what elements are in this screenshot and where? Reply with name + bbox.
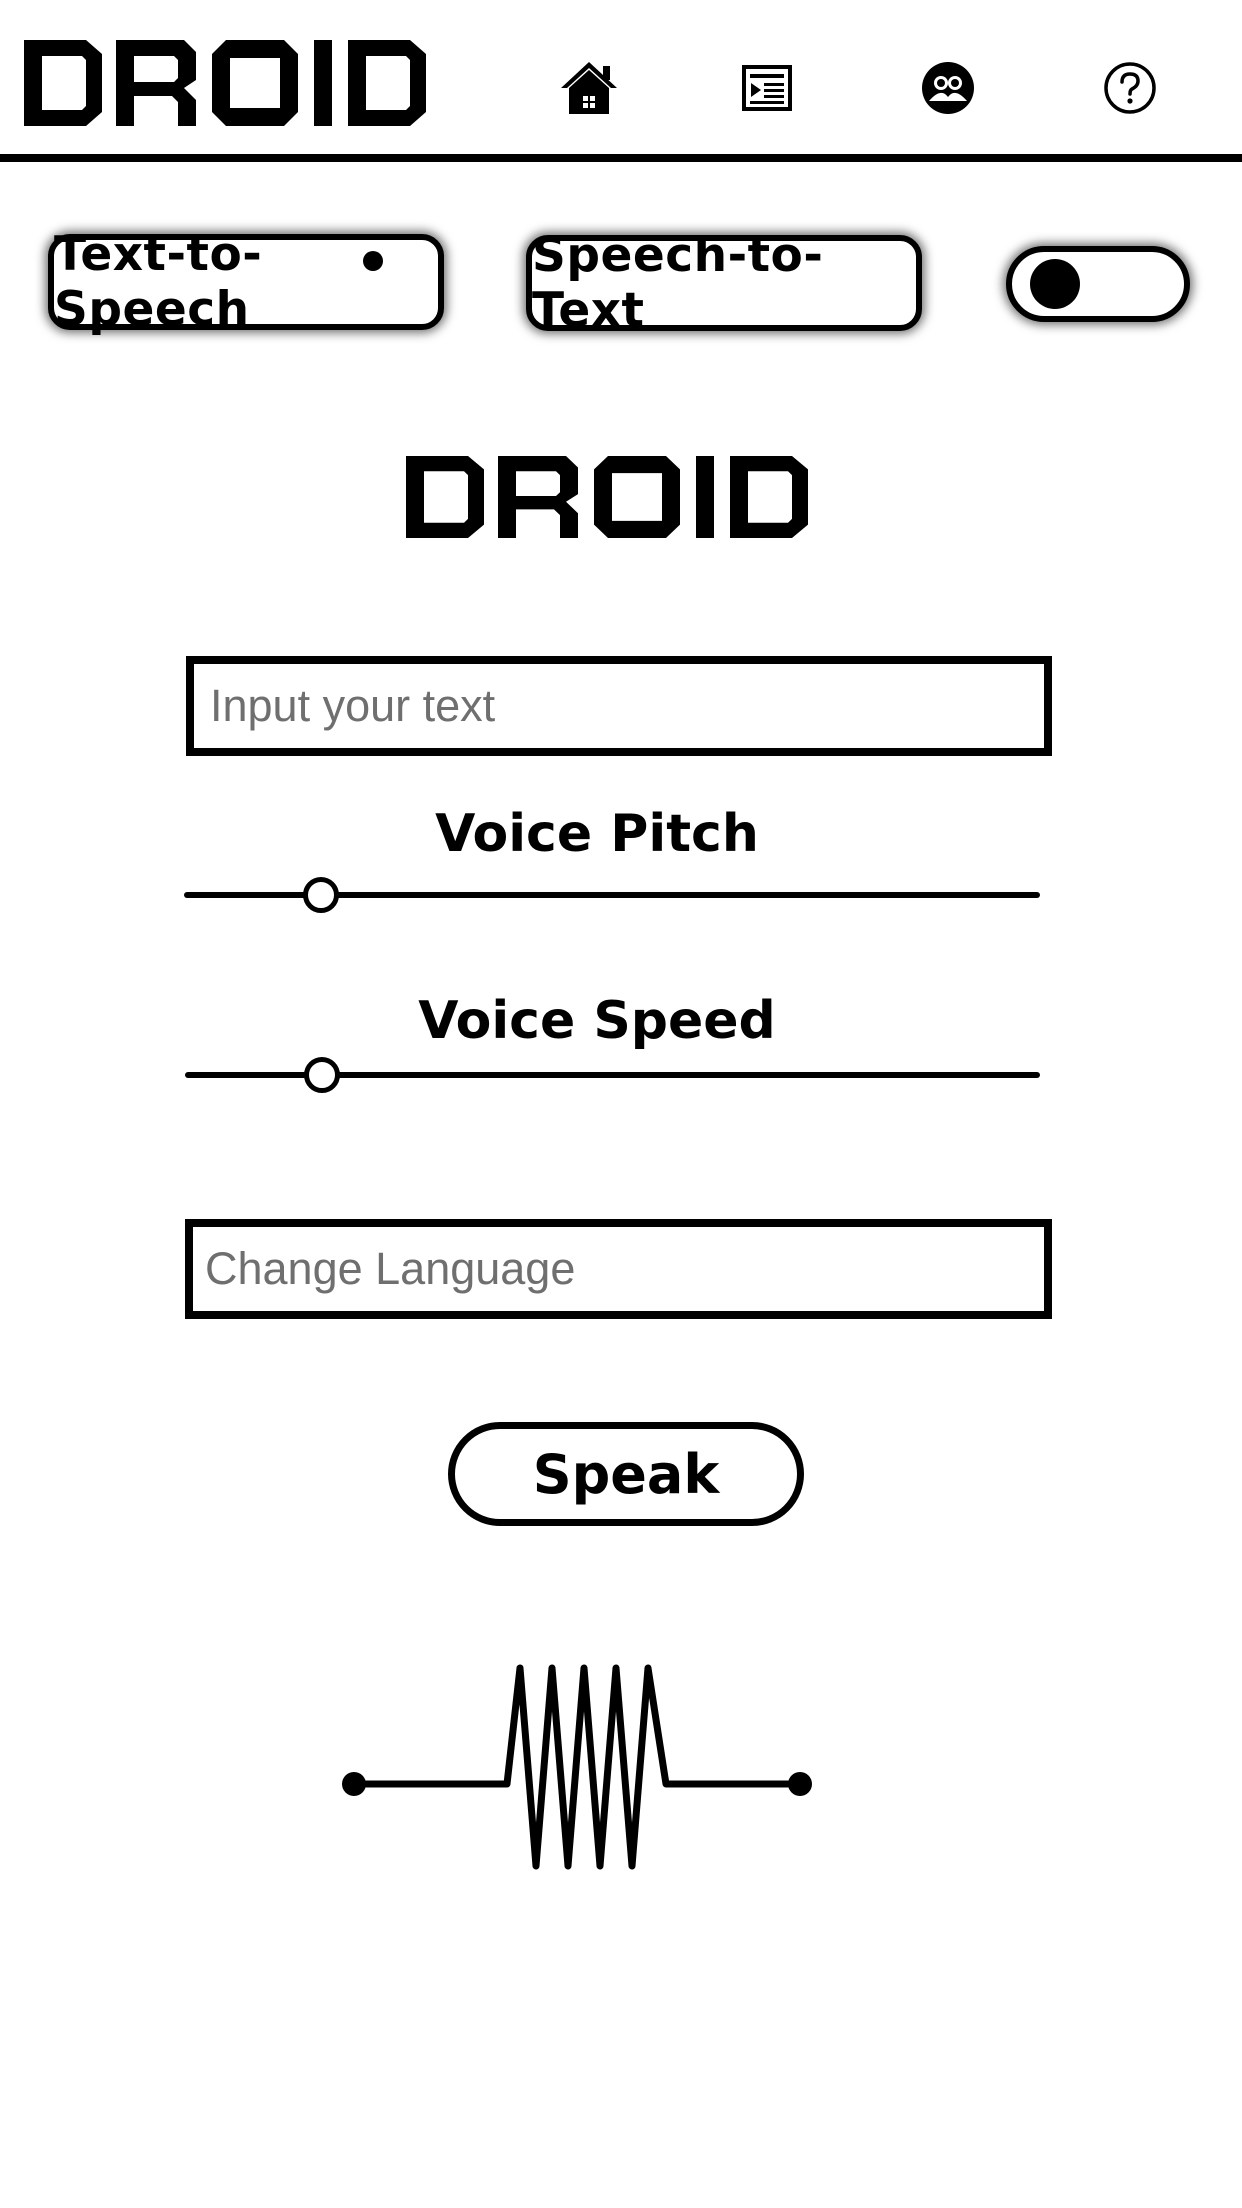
stt-mode-button[interactable]: Speech-to-Text — [526, 228, 922, 338]
article-icon — [742, 65, 792, 111]
speak-button-label: Speak — [532, 1442, 720, 1506]
nav-articles-button[interactable] — [727, 48, 807, 128]
community-icon — [922, 62, 974, 114]
nav-help-button[interactable] — [1090, 48, 1170, 128]
droid-center-logo — [406, 456, 808, 538]
language-input[interactable] — [185, 1219, 1052, 1319]
toggle-knob — [1030, 259, 1080, 309]
voice-speed-label: Voice Speed — [418, 991, 776, 1051]
speak-button[interactable]: Speak — [448, 1422, 804, 1526]
stt-mode-label: Speech-to-Text — [532, 228, 824, 338]
resistor-waveform-icon — [342, 1664, 812, 1870]
nav-community-button[interactable] — [908, 48, 988, 128]
voice-speed-thumb[interactable] — [303, 1057, 340, 1093]
text-input[interactable] — [186, 656, 1052, 756]
tts-mode-button[interactable]: Text-to-Speech — [48, 227, 444, 337]
voice-pitch-label: Voice Pitch — [435, 804, 759, 864]
active-mode-dot — [363, 251, 383, 271]
header-divider — [0, 154, 1242, 162]
droid-logo — [24, 40, 426, 126]
mode-toggle-switch[interactable] — [1006, 246, 1190, 322]
help-icon — [1104, 62, 1156, 114]
voice-pitch-thumb[interactable] — [302, 877, 339, 913]
nav-home-button[interactable] — [549, 48, 629, 128]
home-icon — [561, 62, 617, 114]
app-header — [0, 0, 1242, 162]
tts-mode-label: Text-to-Speech — [54, 227, 263, 337]
